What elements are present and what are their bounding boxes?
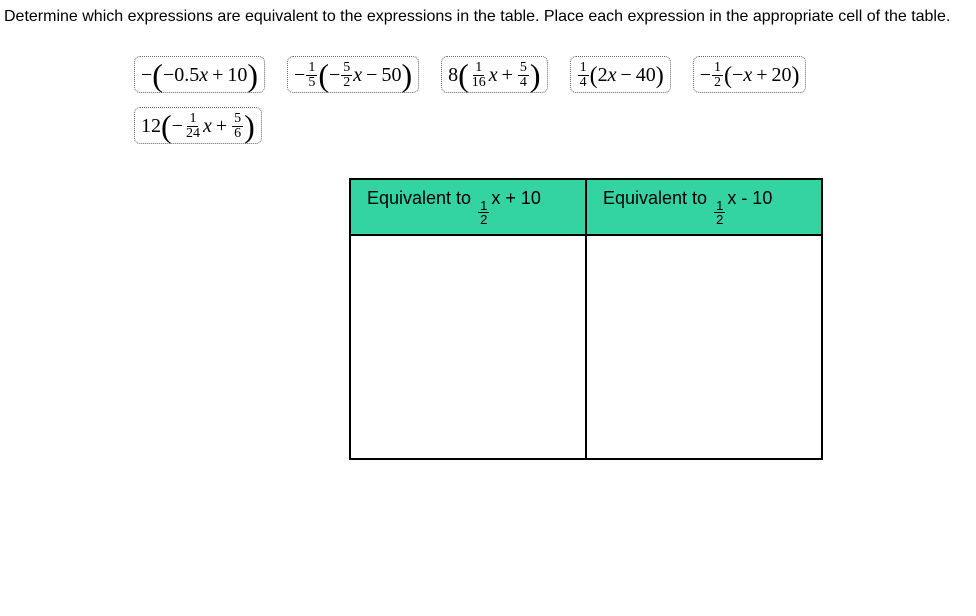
column-header-plus10: Equivalent to 12x + 10 [350,179,586,235]
drop-zone-plus10[interactable] [350,235,586,459]
expression-chip-a[interactable]: −(−0.5x+10) [134,56,265,93]
expression-chip-d[interactable]: 14 ( 2x−40 ) [570,56,671,93]
expression-chip-c[interactable]: 8 ( 116 x+ 54 ) [441,56,547,93]
expression-chip-e[interactable]: − 12 ( −x+20 ) [693,56,807,93]
expression-chip-f[interactable]: 12 ( − 124 x+ 56 ) [134,107,262,144]
expression-chip-b[interactable]: − 15 ( − 52 x−50 ) [287,56,419,93]
draggable-chip-bank: −(−0.5x+10) − 15 ( − 52 x−50 ) 8 ( 116 x… [134,56,972,144]
drop-zone-minus10[interactable] [586,235,822,459]
instruction-text: Determine which expressions are equivale… [4,6,972,28]
drop-target-table: Equivalent to 12x + 10 Equivalent to 12x… [349,178,823,460]
column-header-minus10: Equivalent to 12x - 10 [586,179,822,235]
